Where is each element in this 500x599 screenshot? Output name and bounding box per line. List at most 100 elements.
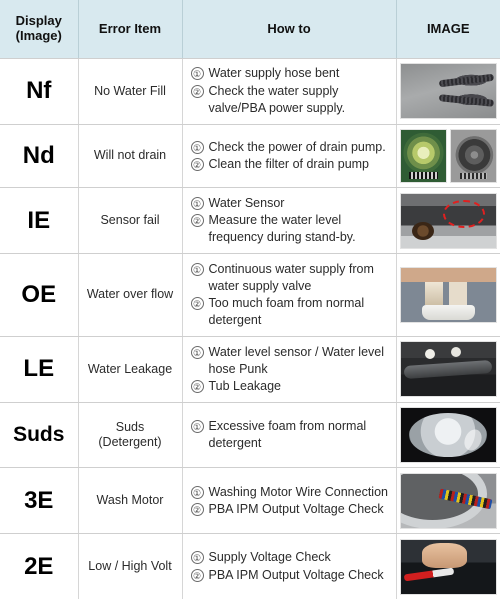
step-item: ① Supply Voltage Check — [190, 549, 390, 566]
step-list: ① Continuous water supply from water supp… — [190, 261, 390, 330]
step-text: Water supply hose bent — [208, 66, 340, 81]
thumbnail-group — [399, 407, 497, 464]
error-item-label: Water over flow — [78, 253, 183, 338]
water-level-hose-photo — [399, 341, 497, 398]
step-list: ① Check the power of drain pump. ② Clean th… — [190, 139, 390, 174]
step-text: Supply Voltage Check — [208, 550, 331, 565]
how-to-steps: ① Continuous water supply from water supp… — [182, 253, 397, 338]
step-text: Clean the filter of drain pump — [208, 157, 370, 172]
column-header-image: IMAGE — [396, 0, 500, 59]
error-code-display: 3E — [0, 467, 79, 535]
error-code-display: 2E — [0, 533, 79, 599]
step-number-icon: ② — [190, 568, 204, 582]
column-header-how-to: How to — [182, 0, 397, 59]
step-number-icon: ① — [190, 140, 204, 154]
step-text: PBA IPM Output Voltage Check — [208, 501, 384, 516]
table-row: 2E Low / High Volt ① Supply Voltage Check ② P… — [0, 533, 500, 599]
image-cell — [396, 187, 500, 255]
tub-foam-photo — [399, 407, 497, 464]
drain-pump-clogged-photo — [399, 129, 447, 184]
step-text: Measure the water level frequency during… — [208, 213, 356, 245]
step-text: Excessive foam from normal detergent — [208, 418, 367, 451]
error-code-display: Suds — [0, 402, 79, 469]
table-row: Suds Suds (Detergent) ① Excessive foam from… — [0, 402, 500, 469]
step-text: PBA IPM Output Voltage Check — [208, 567, 384, 582]
step-number-icon: ① — [190, 196, 204, 210]
step-item: ① Continuous water supply from water supp… — [190, 261, 390, 296]
water-supply-hose-photo — [399, 63, 497, 120]
how-to-steps: ① Water supply hose bent ② Check the water … — [182, 58, 397, 125]
step-text: Too much foam from normal detergent — [208, 296, 365, 328]
error-item-label: No Water Fill — [78, 58, 183, 125]
supply-voltage-check-photo — [399, 538, 497, 595]
error-item-label: Water Leakage — [78, 336, 183, 403]
table-row: Nd Will not drain ① Check the power of drai… — [0, 124, 500, 189]
image-cell — [396, 402, 500, 469]
water-supply-valve-photo — [399, 267, 497, 324]
how-to-steps: ① Water Sensor ② Measure the water level fr… — [182, 187, 397, 255]
step-number-icon: ① — [190, 551, 204, 565]
step-item: ① Water supply hose bent — [190, 65, 390, 82]
step-number-icon: ② — [190, 158, 204, 172]
error-code-display: OE — [0, 253, 79, 338]
drain-pump-clean-photo — [449, 129, 497, 184]
step-item: ① Washing Motor Wire Connection — [190, 484, 390, 501]
step-item: ① Water level sensor / Water level hose P… — [190, 344, 390, 379]
thumbnail-group — [399, 472, 497, 529]
step-item: ② Check the water supply valve/PBA power … — [190, 83, 390, 118]
thumbnail-group — [399, 129, 497, 184]
column-header-display-line2: (Image) — [15, 28, 62, 43]
how-to-steps: ① Excessive foam from normal detergent — [182, 402, 397, 469]
how-to-steps: ① Supply Voltage Check ② PBA IPM Output Vol… — [182, 533, 397, 599]
step-item: ② Clean the filter of drain pump — [190, 156, 390, 173]
step-item: ① Excessive foam from normal detergent — [190, 418, 390, 453]
step-number-icon: ② — [190, 297, 204, 311]
table-row: Nf No Water Fill ① Water supply hose bent ② C… — [0, 58, 500, 125]
table-row: IE Sensor fail ① Water Sensor ② Measure the w… — [0, 187, 500, 255]
step-number-icon: ① — [190, 262, 204, 276]
step-text: Continuous water supply from water suppl… — [208, 261, 374, 293]
image-cell — [396, 253, 500, 338]
table-row: 3E Wash Motor ① Washing Motor Wire Connecti… — [0, 467, 500, 535]
error-code-display: LE — [0, 336, 79, 403]
error-code-table: Display (Image) Error Item How to IMAGE … — [0, 0, 500, 599]
column-header-display: Display (Image) — [0, 0, 79, 59]
error-item-label: Wash Motor — [78, 467, 183, 535]
image-cell — [396, 467, 500, 535]
step-text: Tub Leakage — [208, 379, 282, 394]
step-number-icon: ① — [190, 345, 204, 359]
step-number-icon: ② — [190, 380, 204, 394]
thumbnail-group — [399, 192, 497, 249]
image-cell — [396, 533, 500, 599]
table-header: Display (Image) Error Item How to IMAGE — [0, 0, 500, 59]
step-text: Water level sensor / Water level hose Pu… — [208, 344, 385, 376]
step-item: ② Tub Leakage — [190, 378, 390, 395]
step-number-icon: ② — [190, 214, 204, 228]
step-item: ② Measure the water level frequency durin… — [190, 212, 390, 247]
step-number-icon: ② — [190, 502, 204, 516]
column-header-display-line1: Display — [15, 13, 62, 29]
how-to-steps: ① Water level sensor / Water level hose P… — [182, 336, 397, 403]
error-code-display: Nf — [0, 58, 79, 125]
step-list: ① Water level sensor / Water level hose P… — [190, 344, 390, 396]
thumbnail-group — [399, 267, 497, 324]
error-item-label: Suds (Detergent) — [78, 402, 183, 469]
how-to-steps: ① Check the power of drain pump. ② Clean th… — [182, 124, 397, 189]
step-item: ② Too much foam from normal detergent — [190, 295, 390, 330]
step-list: ① Water supply hose bent ② Check the water … — [190, 65, 390, 118]
step-text: Washing Motor Wire Connection — [208, 484, 388, 499]
step-number-icon: ① — [190, 485, 204, 499]
table-row: OE Water over flow ① Continuous water suppl… — [0, 253, 500, 338]
step-item: ① Check the power of drain pump. — [190, 139, 390, 156]
step-number-icon: ① — [190, 419, 204, 433]
thumbnail-group — [399, 341, 497, 398]
thumbnail-group — [399, 538, 497, 595]
error-code-display: IE — [0, 187, 79, 255]
step-item: ① Water Sensor — [190, 195, 390, 212]
step-number-icon: ② — [190, 84, 204, 98]
step-item: ② PBA IPM Output Voltage Check — [190, 567, 390, 584]
image-cell — [396, 58, 500, 125]
error-code-display: Nd — [0, 124, 79, 189]
error-item-label: Low / High Volt — [78, 533, 183, 599]
washing-motor-wire-photo — [399, 472, 497, 529]
